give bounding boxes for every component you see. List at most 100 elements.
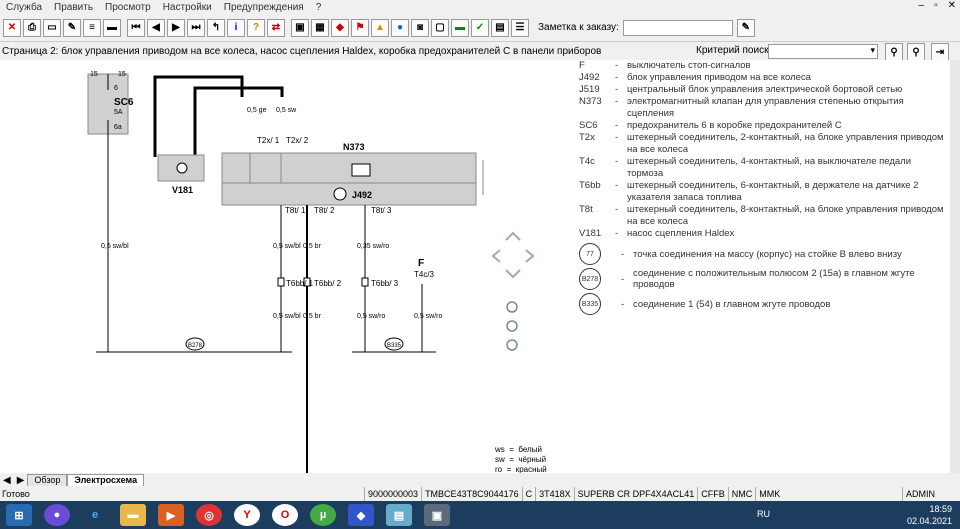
- tab-next-icon[interactable]: ▶: [14, 475, 28, 486]
- info-icon[interactable]: i: [227, 18, 245, 37]
- valve-label: N373: [343, 142, 365, 152]
- menu-edit[interactable]: Править: [48, 2, 99, 13]
- status-gearbox: NMC: [727, 487, 756, 501]
- prev-icon[interactable]: ◀: [147, 18, 165, 37]
- note-edit-icon[interactable]: ✎: [736, 18, 755, 37]
- color-row: ws = белый: [495, 445, 542, 454]
- torrent-icon[interactable]: µ: [310, 504, 336, 526]
- wire-label-c: 0,35 sw/ro: [357, 243, 389, 250]
- book-icon[interactable]: ▣: [291, 18, 309, 37]
- fuse-rating: 5A: [114, 109, 123, 116]
- yandex-icon[interactable]: Y: [234, 504, 260, 526]
- tray-clock[interactable]: 18:59 02.04.2021: [907, 503, 952, 527]
- grid-icon[interactable]: ▦: [311, 18, 329, 37]
- menu-service[interactable]: Служба: [0, 2, 48, 13]
- assistant-icon[interactable]: ●: [44, 504, 70, 526]
- minimize-icon[interactable]: –: [919, 0, 925, 11]
- print-icon[interactable]: ⎙: [23, 18, 41, 37]
- status-engine: CFFB: [697, 487, 728, 501]
- menu-help[interactable]: ?: [310, 2, 328, 13]
- restore-icon[interactable]: ▫: [934, 0, 938, 11]
- conn-t6bb3: T6bb/ 3: [371, 279, 399, 288]
- app-icon[interactable]: ◆: [348, 504, 374, 526]
- vehicle-icon[interactable]: ▬: [451, 18, 469, 37]
- conn-t2x2: T2x/ 2: [286, 136, 309, 145]
- status-code: MMK: [755, 487, 783, 501]
- note-icon[interactable]: ≡: [83, 18, 101, 37]
- status-brand: C: [521, 487, 536, 501]
- exit-icon[interactable]: ✕: [3, 18, 21, 37]
- legend-row: V181- насос сцепления Haldex: [579, 228, 735, 239]
- zoom-out-icon: [506, 339, 518, 351]
- status-model: SUPERB CR DPF4X4ACL41: [573, 487, 698, 501]
- legend-row: J519- центральный блок управления электри…: [579, 84, 903, 95]
- conn-t8t3: T8t/ 3: [371, 206, 392, 215]
- elsa-icon[interactable]: ▣: [424, 504, 450, 526]
- wire-label-1: 0,5 sw/bl: [101, 243, 129, 250]
- window-controls: – ▫ ✕: [919, 0, 957, 11]
- first-icon[interactable]: ⏮: [127, 18, 145, 37]
- doc-icon[interactable]: ▤: [491, 18, 509, 37]
- media-icon[interactable]: ▶: [158, 504, 184, 526]
- conn-t2x1: T2x/ 1: [257, 136, 280, 145]
- search-input[interactable]: ▾: [768, 44, 878, 59]
- status-vin: TMBCE43T8C9044176: [421, 487, 522, 501]
- zoom-in-icon: [506, 301, 518, 313]
- wire-label-a: 0,5 sw/bl: [273, 243, 301, 250]
- tab-wiring[interactable]: Электросхема: [67, 474, 145, 486]
- vertical-scrollbar[interactable]: [950, 60, 960, 473]
- start-icon[interactable]: ⊞: [6, 504, 32, 526]
- new-icon[interactable]: ▭: [43, 18, 61, 37]
- tab-prev-icon[interactable]: ◀: [0, 475, 14, 486]
- tray-language[interactable]: RU: [757, 509, 770, 519]
- monitor-icon[interactable]: ▢: [431, 18, 449, 37]
- jump-icon[interactable]: ↰: [207, 18, 225, 37]
- notes-icon[interactable]: ▤: [386, 504, 412, 526]
- wire-label-b: 0,5 br: [303, 243, 322, 250]
- tray-date: 02.04.2021: [906, 516, 952, 526]
- help-icon[interactable]: ?: [247, 18, 265, 37]
- search-icon[interactable]: ⚲: [885, 43, 903, 61]
- menu-settings[interactable]: Настройки: [157, 2, 218, 13]
- check-icon[interactable]: ✓: [471, 18, 489, 37]
- pan-left-icon: [491, 249, 501, 263]
- note-input[interactable]: [622, 19, 733, 36]
- tray-time: 18:59: [929, 504, 952, 514]
- legend-row: F - выключатель стоп-сигналов: [579, 60, 751, 71]
- tab-overview[interactable]: Обзор: [27, 474, 68, 486]
- zoom-fit-icon: [506, 320, 518, 332]
- legend-row: T8t - штекерный соединитель, 8-контактный,…: [579, 204, 944, 227]
- next-icon[interactable]: ▶: [167, 18, 185, 37]
- car-icon[interactable]: ▬: [103, 18, 121, 37]
- last-icon[interactable]: ⏭: [187, 18, 205, 37]
- globe-icon[interactable]: ●: [391, 18, 409, 37]
- fuse-pin2-label: 6a: [114, 124, 122, 131]
- warning-icon[interactable]: ▲: [371, 18, 389, 37]
- ie-icon[interactable]: e: [82, 504, 108, 526]
- plug-icon[interactable]: ◙: [411, 18, 429, 37]
- status-ready: Готово: [2, 489, 30, 499]
- close-icon[interactable]: ✕: [948, 0, 956, 11]
- legend-row: SC6- предохранитель 6 в коробке предохран…: [579, 120, 842, 131]
- opera-icon[interactable]: O: [272, 504, 298, 526]
- chrome-icon[interactable]: ◎: [196, 504, 222, 526]
- switch-label: F: [418, 258, 424, 269]
- pan-down-icon: [505, 269, 521, 279]
- page-header: Страница 2: блок управления приводом на …: [0, 42, 960, 61]
- search-next-icon[interactable]: ⚲: [907, 43, 925, 61]
- flag-icon[interactable]: ⚑: [351, 18, 369, 37]
- edit-icon[interactable]: ✎: [63, 18, 81, 37]
- menu-warnings[interactable]: Предупреждения: [218, 2, 310, 13]
- toolbar: ✕ ⎙ ▭ ✎ ≡ ▬ ⏮ ◀ ▶ ⏭ ↰ i ? ⇄ ▣ ▦ ◆ ⚑ ▲ ● …: [0, 14, 960, 42]
- fuse-terminal-label-2: 15: [118, 71, 126, 78]
- jump-to-icon[interactable]: ⇥: [931, 43, 949, 61]
- legend-circle-row: B278- соединение с положительным полюсом …: [579, 268, 949, 290]
- list-icon[interactable]: ☰: [511, 18, 529, 37]
- menu-bar: Служба Править Просмотр Настройки Предуп…: [0, 0, 960, 14]
- legend-row: T2x - штекерный соединитель, 2-контактный,…: [579, 132, 944, 155]
- color-row: sw = чёрный: [495, 455, 547, 464]
- menu-view[interactable]: Просмотр: [99, 2, 157, 13]
- explorer-icon[interactable]: ▬: [120, 504, 146, 526]
- diamond-icon[interactable]: ◆: [331, 18, 349, 37]
- swap-icon[interactable]: ⇄: [267, 18, 285, 37]
